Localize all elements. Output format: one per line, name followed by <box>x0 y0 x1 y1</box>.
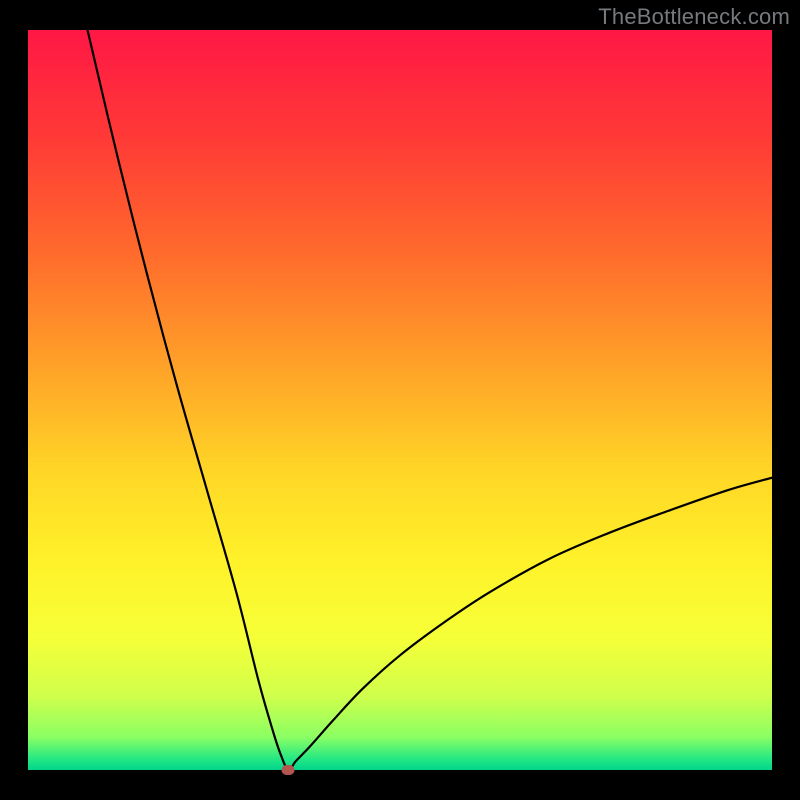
plot-svg <box>28 30 772 770</box>
watermark-text: TheBottleneck.com <box>598 4 790 30</box>
minimum-marker <box>282 765 295 775</box>
plot-area <box>28 30 772 770</box>
chart-stage: TheBottleneck.com <box>0 0 800 800</box>
gradient-background <box>28 30 772 770</box>
